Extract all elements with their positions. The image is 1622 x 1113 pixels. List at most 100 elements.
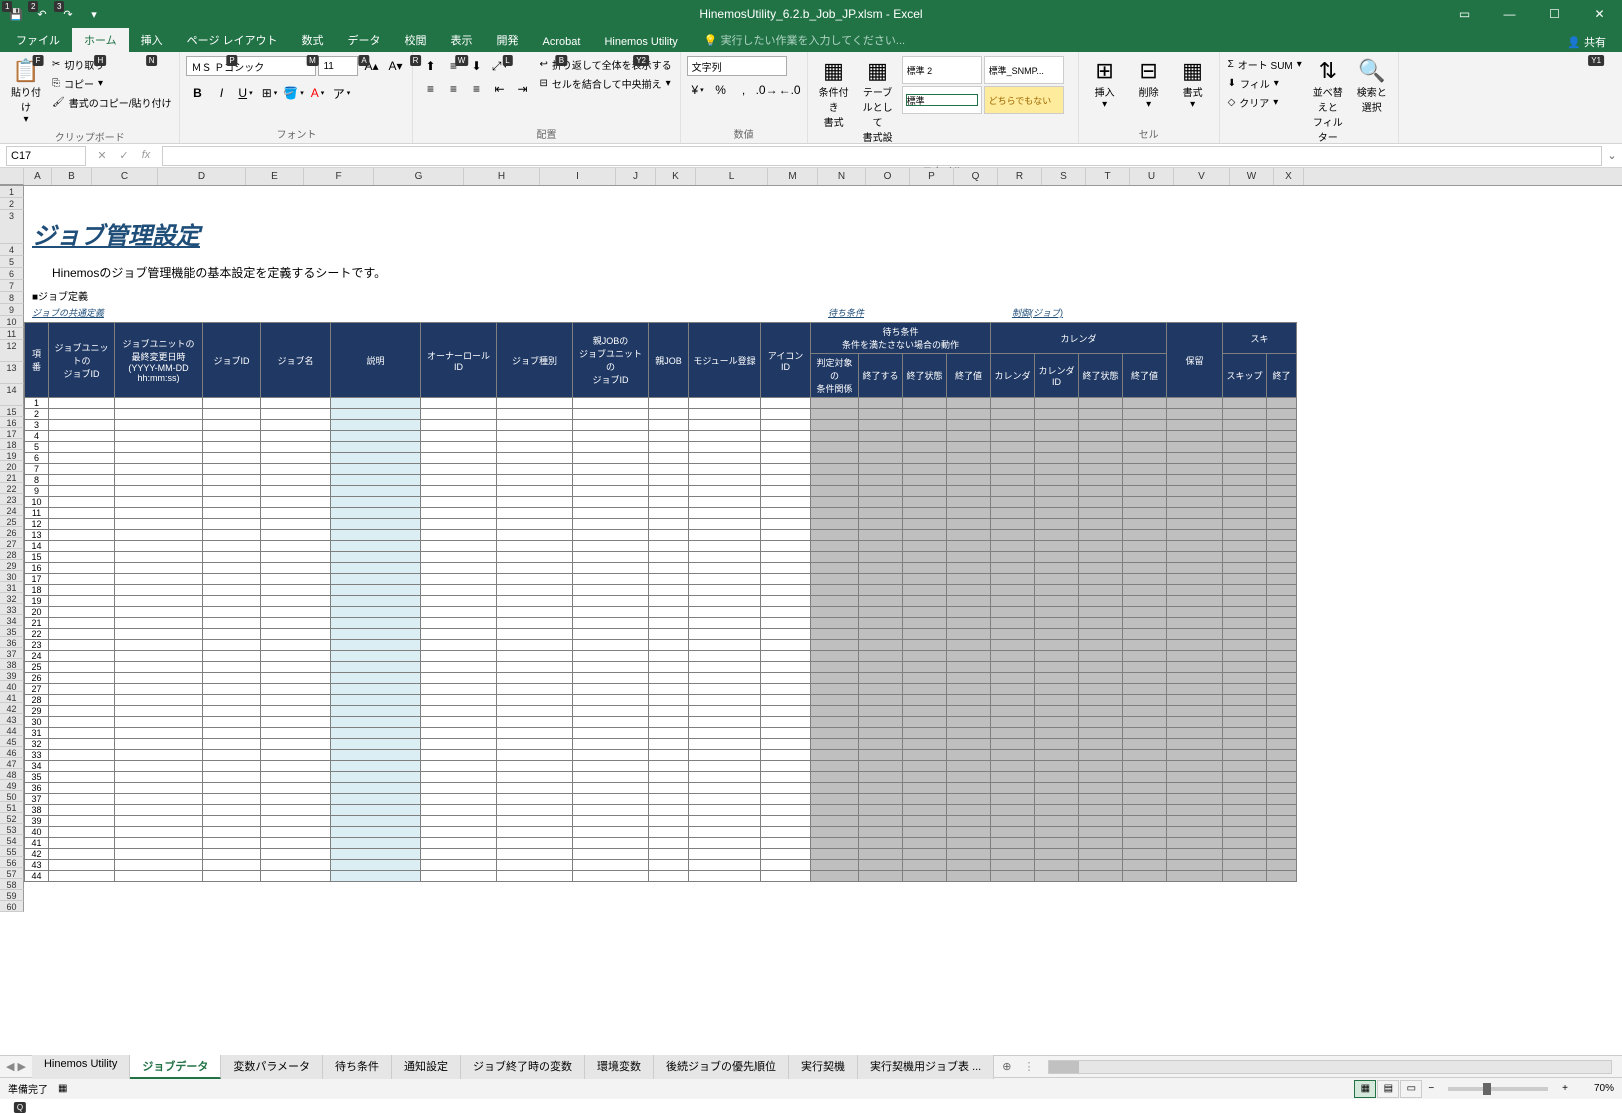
table-row[interactable]: 10 [25,497,1297,508]
sheet-tab[interactable]: Hinemos Utility [32,1055,130,1079]
table-row[interactable]: 18 [25,585,1297,596]
style-standard2[interactable]: 標準 2 [902,56,982,84]
row-header[interactable]: 12 [0,340,24,362]
table-row[interactable]: 34 [25,761,1297,772]
table-row[interactable]: 12 [25,519,1297,530]
row-header[interactable]: 27 [0,538,24,549]
column-header-D[interactable]: D [158,168,246,185]
row-header[interactable]: 25 [0,516,24,527]
column-header-I[interactable]: I [540,168,616,185]
delete-cells-button[interactable]: ⊟削除▾ [1129,56,1169,112]
tab-acrobat[interactable]: AcrobatB [531,32,593,52]
column-header-H[interactable]: H [464,168,540,185]
page-break-view-button[interactable]: ▭ [1400,1080,1422,1098]
horizontal-scrollbar[interactable] [1048,1060,1612,1074]
row-header[interactable]: 54 [0,835,24,846]
column-header-U[interactable]: U [1130,168,1174,185]
align-bottom-icon[interactable]: ⬇ [465,56,487,76]
row-header[interactable]: 46 [0,747,24,758]
row-header[interactable]: 16 [0,417,24,428]
row-header[interactable]: 23 [0,494,24,505]
row-header[interactable]: 33 [0,604,24,615]
cell-styles-gallery[interactable]: 標準 2 標準_SNMP... どちらでもない [902,56,1072,114]
table-row[interactable]: 9 [25,486,1297,497]
expand-formula-bar-icon[interactable]: ⌄ [1602,149,1622,162]
column-header-R[interactable]: R [998,168,1042,185]
row-header[interactable]: 18 [0,439,24,450]
table-row[interactable]: 6 [25,453,1297,464]
column-header-Q[interactable]: Q [954,168,998,185]
sheet-tab[interactable]: 待ち条件 [323,1055,392,1079]
number-format-select[interactable] [687,56,787,76]
table-row[interactable]: 5 [25,442,1297,453]
tab-view[interactable]: 表示W [439,28,485,52]
paste-button[interactable]: 📋貼り付け▾ [6,56,46,127]
row-header[interactable]: 35 [0,626,24,637]
increase-indent-icon[interactable]: ⇥ [511,79,533,99]
sheet-tab[interactable]: 変数パラメータ [221,1055,323,1079]
qat-undo[interactable]: ↶2 [30,3,54,25]
row-header[interactable]: 48 [0,769,24,780]
fill-button[interactable]: ⬇ フィル ▾ [1226,75,1304,92]
decrease-font-icon[interactable]: A▾ [384,56,406,76]
phonetic-button[interactable]: ア [330,83,352,103]
row-header[interactable]: 30 [0,571,24,582]
clear-button[interactable]: ◇ クリア ▾ [1226,94,1304,111]
insert-cells-button[interactable]: ⊞挿入▾ [1085,56,1125,112]
tell-me-input[interactable]: 💡 実行したい作業を入力してください...Q [700,28,909,52]
row-header[interactable]: 32 [0,593,24,604]
row-header[interactable]: 45 [0,736,24,747]
normal-view-button[interactable]: ▦ [1354,1080,1376,1098]
sheet-tab[interactable]: 通知設定 [392,1055,461,1079]
row-header[interactable]: 20 [0,461,24,472]
row-header[interactable]: 2 [0,198,24,210]
table-row[interactable]: 1 [25,398,1297,409]
macro-record-icon[interactable]: ▦ [58,1083,67,1094]
conditional-format-button[interactable]: ▦条件付き 書式 [814,56,854,131]
name-box[interactable] [6,146,86,166]
column-header-X[interactable]: X [1274,168,1304,185]
row-header[interactable]: 60 [0,901,24,912]
sheet-tab[interactable]: ジョブ終了時の変数 [461,1055,585,1079]
row-header[interactable]: 36 [0,637,24,648]
row-header[interactable]: 5 [0,256,24,268]
row-header[interactable]: 13 [0,362,24,384]
table-row[interactable]: 27 [25,684,1297,695]
link-common-def[interactable]: ジョブの共通定義 [32,306,104,319]
table-row[interactable]: 40 [25,827,1297,838]
row-header[interactable]: 8 [0,292,24,304]
row-header[interactable]: 53 [0,824,24,835]
table-row[interactable]: 20 [25,607,1297,618]
table-row[interactable]: 24 [25,651,1297,662]
row-header[interactable]: 41 [0,692,24,703]
row-header[interactable]: 56 [0,857,24,868]
row-header[interactable]: 57 [0,868,24,879]
table-row[interactable]: 31 [25,728,1297,739]
qat-customize[interactable]: ▾ [82,3,106,25]
row-header[interactable]: 47 [0,758,24,769]
align-left-icon[interactable]: ≡ [419,79,441,99]
column-header-E[interactable]: E [246,168,304,185]
autosum-button[interactable]: Σ オート SUM ▾ [1226,56,1304,73]
table-row[interactable]: 3 [25,420,1297,431]
tab-page-layout[interactable]: ページ レイアウトP [175,28,290,52]
tab-hinemos[interactable]: Hinemos UtilityY2 [592,32,689,52]
close-button[interactable]: ✕ [1577,0,1622,28]
font-name-select[interactable] [186,56,316,76]
ribbon-options-icon[interactable]: ▭ [1442,0,1487,28]
zoom-slider[interactable] [1448,1087,1548,1091]
row-header[interactable]: 3 [0,210,24,244]
style-standard[interactable] [902,86,982,114]
row-header[interactable]: 21 [0,472,24,483]
add-sheet-button[interactable]: ⊕ [994,1060,1019,1073]
zoom-out-button[interactable]: − [1422,1083,1440,1094]
table-row[interactable]: 41 [25,838,1297,849]
table-row[interactable]: 42 [25,849,1297,860]
tab-insert[interactable]: 挿入N [129,28,175,52]
tab-formulas[interactable]: 数式M [290,28,336,52]
row-header[interactable]: 50 [0,791,24,802]
table-row[interactable]: 28 [25,695,1297,706]
row-header[interactable]: 43 [0,714,24,725]
bold-button[interactable]: B [186,83,208,103]
row-header[interactable]: 1 [0,186,24,198]
